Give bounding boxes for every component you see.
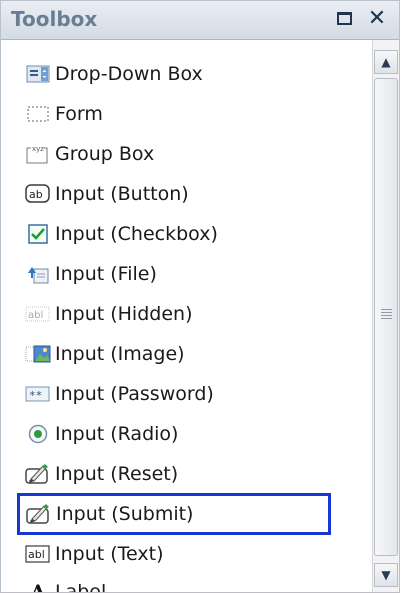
toolbox-item-label[interactable]: A Label — [19, 572, 349, 593]
toolbox-titlebar: Toolbox ✕ — [1, 1, 399, 40]
toolbox-item-drop-down-box[interactable]: Drop-Down Box — [19, 54, 349, 94]
vertical-scrollbar[interactable]: ▲ ▼ — [372, 40, 399, 592]
item-label: Input (Text) — [55, 543, 164, 565]
item-label: Form — [55, 103, 103, 125]
hidden-input-text: abl — [28, 310, 43, 321]
group-box-text: xyz — [32, 145, 44, 153]
toolbox-item-group-box[interactable]: xyz Group Box — [19, 134, 349, 174]
item-label: Input (File) — [55, 263, 157, 285]
toolbox-panel: Toolbox ✕ Drop-Down Box Form xyz Group B… — [0, 0, 400, 593]
hidden-input-icon: abl — [25, 302, 51, 326]
item-label: Input (Radio) — [55, 423, 179, 445]
grip-icon — [381, 309, 392, 319]
input-button-icon: ab — [25, 182, 51, 206]
item-label: Label — [55, 581, 107, 593]
toolbox-item-input-checkbox[interactable]: Input (Checkbox) — [19, 214, 349, 254]
label-icon-glyph: A — [30, 580, 46, 593]
item-label: Input (Checkbox) — [55, 223, 218, 245]
toolbox-item-input-text[interactable]: abl Input (Text) — [19, 534, 349, 574]
item-label: Input (Submit) — [56, 503, 194, 525]
submit-icon — [26, 502, 52, 526]
item-label: Group Box — [55, 143, 155, 165]
close-icon: ✕ — [367, 6, 387, 31]
toolbox-item-input-submit[interactable]: Input (Submit) — [17, 493, 331, 535]
toolbox-list: Drop-Down Box Form xyz Group Box ab Inpu… — [1, 40, 366, 593]
chevron-up-icon: ▲ — [381, 55, 391, 69]
password-text: ** — [29, 389, 42, 402]
window-icon — [336, 12, 352, 25]
item-label: Input (Button) — [55, 183, 189, 205]
scroll-up-button[interactable]: ▲ — [374, 50, 398, 74]
group-box-icon: xyz — [25, 142, 51, 166]
text-input-text: abl — [28, 548, 45, 561]
toolbox-item-input-hidden[interactable]: abl Input (Hidden) — [19, 294, 349, 334]
toolbox-item-input-reset[interactable]: Input (Reset) — [19, 454, 349, 494]
password-icon: ** — [25, 382, 51, 406]
scrollbar-thumb[interactable] — [374, 78, 398, 556]
label-icon: A — [25, 580, 51, 593]
text-input-icon: abl — [25, 542, 51, 566]
file-icon — [25, 262, 51, 286]
float-window-button[interactable] — [332, 7, 356, 31]
chevron-down-icon: ▼ — [381, 568, 391, 582]
item-label: Input (Reset) — [55, 463, 179, 485]
image-input-icon — [25, 342, 51, 366]
item-label: Drop-Down Box — [55, 63, 203, 85]
form-icon — [25, 102, 51, 126]
toolbox-item-input-image[interactable]: Input (Image) — [19, 334, 349, 374]
toolbox-item-input-password[interactable]: ** Input (Password) — [19, 374, 349, 414]
scroll-down-button[interactable]: ▼ — [374, 563, 398, 587]
toolbox-item-input-button[interactable]: ab Input (Button) — [19, 174, 349, 214]
item-label: Input (Image) — [55, 343, 185, 365]
item-label: Input (Hidden) — [55, 303, 193, 325]
toolbox-item-input-radio[interactable]: Input (Radio) — [19, 414, 349, 454]
dropdown-box-icon — [25, 62, 51, 86]
checkbox-icon — [25, 222, 51, 246]
item-label: Input (Password) — [55, 383, 214, 405]
reset-icon — [25, 462, 51, 486]
radio-icon — [25, 422, 51, 446]
toolbox-item-form[interactable]: Form — [19, 94, 349, 134]
close-button[interactable]: ✕ — [365, 7, 389, 31]
toolbox-title: Toolbox — [11, 7, 98, 31]
input-button-text: ab — [29, 188, 43, 201]
toolbox-item-input-file[interactable]: Input (File) — [19, 254, 349, 294]
